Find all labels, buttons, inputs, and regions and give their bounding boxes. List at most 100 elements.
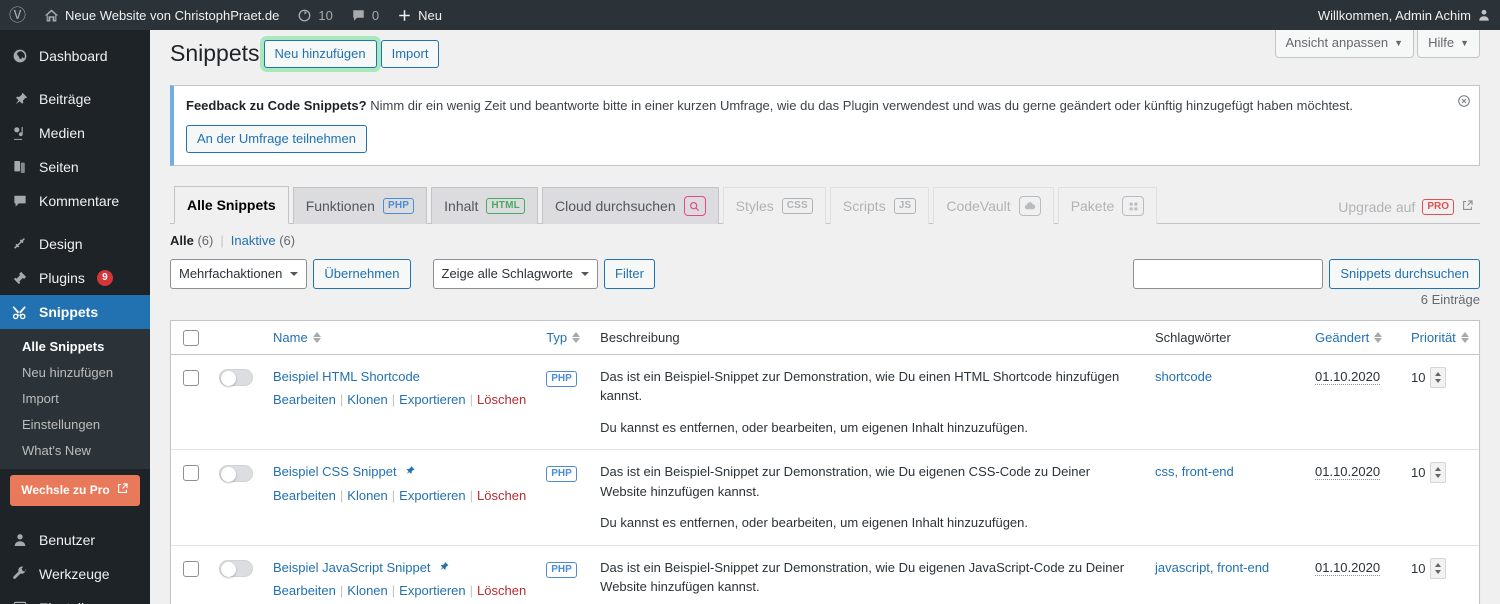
admin-bar: Ⓥ Neue Website von ChristophPraet.de 10 … bbox=[0, 0, 1500, 30]
delete-link[interactable]: Löschen bbox=[477, 392, 526, 407]
external-link-icon bbox=[116, 482, 129, 499]
snippet-tags-link[interactable]: javascript, front-end bbox=[1155, 560, 1269, 575]
filter-inactive-label[interactable]: Inaktive bbox=[231, 233, 276, 248]
row-checkbox[interactable] bbox=[183, 560, 199, 577]
snippet-tags-link[interactable]: shortcode bbox=[1155, 369, 1212, 384]
submenu-item-settings[interactable]: Einstellungen bbox=[0, 412, 150, 438]
submenu-item-whats-new[interactable]: What's New bbox=[0, 438, 150, 464]
sort-by-priority[interactable]: Priorität bbox=[1411, 330, 1469, 345]
tab-content[interactable]: Inhalt HTML bbox=[431, 187, 538, 225]
sidebar-item-plugins[interactable]: Plugins 9 bbox=[0, 261, 150, 295]
export-link[interactable]: Exportieren bbox=[399, 583, 465, 598]
greeting-label: Willkommen, Admin Achim bbox=[1317, 7, 1471, 23]
switch-to-pro-button[interactable]: Wechsle zu Pro bbox=[10, 475, 140, 506]
edit-link[interactable]: Bearbeiten bbox=[273, 488, 336, 503]
chevron-down-icon: ▼ bbox=[1460, 38, 1469, 48]
row-checkbox[interactable] bbox=[183, 465, 199, 482]
sidebar-item-pages[interactable]: Seiten bbox=[0, 150, 150, 184]
apply-bulk-action-button[interactable]: Übernehmen bbox=[313, 259, 411, 290]
clone-link[interactable]: Klonen bbox=[347, 392, 387, 407]
row-checkbox[interactable] bbox=[183, 369, 199, 386]
import-button[interactable]: Import bbox=[380, 39, 440, 68]
sidebar-item-dashboard[interactable]: Dashboard bbox=[0, 39, 150, 73]
snippet-name-link[interactable]: Beispiel HTML Shortcode bbox=[273, 369, 420, 384]
sort-by-modified[interactable]: Geändert bbox=[1315, 330, 1383, 346]
export-link[interactable]: Exportieren bbox=[399, 488, 465, 503]
sidebar-item-users[interactable]: Benutzer bbox=[0, 523, 150, 557]
snippet-name-link[interactable]: Beispiel CSS Snippet bbox=[273, 464, 397, 479]
filter-button[interactable]: Filter bbox=[604, 259, 655, 290]
activate-toggle[interactable] bbox=[219, 560, 253, 578]
submenu-item-import[interactable]: Import bbox=[0, 386, 150, 412]
pin-icon bbox=[435, 561, 449, 575]
sidebar-item-tools[interactable]: Werkzeuge bbox=[0, 557, 150, 591]
screen-meta-links: Ansicht anpassen ▼ Hilfe ▼ bbox=[1274, 30, 1480, 58]
snippets-table: Name Typ Beschreibung Schlagwörter Geänd… bbox=[170, 320, 1480, 604]
bulk-actions-select[interactable]: Mehrfachaktionen bbox=[170, 259, 308, 290]
clone-link[interactable]: Klonen bbox=[347, 583, 387, 598]
snippet-name-link[interactable]: Beispiel JavaScript Snippet bbox=[273, 560, 431, 575]
filter-inactive[interactable]: Inaktive (6) bbox=[231, 233, 295, 248]
sidebar-item-label: Beiträge bbox=[39, 91, 92, 107]
site-name-menu[interactable]: Neue Website von ChristophPraet.de bbox=[35, 0, 288, 30]
snippet-tags-link[interactable]: css, front-end bbox=[1155, 464, 1234, 479]
tab-functions[interactable]: Funktionen PHP bbox=[292, 187, 428, 225]
dismiss-notice-icon[interactable] bbox=[1457, 94, 1471, 111]
sort-indicator-icon bbox=[1460, 332, 1469, 344]
updates-count: 10 bbox=[318, 7, 333, 23]
tags-header: Schlagwörter bbox=[1145, 321, 1305, 355]
sidebar-item-media[interactable]: Medien bbox=[0, 116, 150, 150]
tab-cloud-search[interactable]: Cloud durchsuchen bbox=[541, 187, 719, 225]
priority-stepper[interactable] bbox=[1430, 557, 1447, 579]
activate-toggle[interactable] bbox=[219, 464, 253, 482]
edit-link[interactable]: Bearbeiten bbox=[273, 392, 336, 407]
modified-header-label: Geändert bbox=[1315, 330, 1370, 346]
take-survey-button[interactable]: An der Umfrage teilnehmen bbox=[186, 125, 367, 154]
external-link-icon bbox=[1461, 199, 1474, 215]
upgrade-to-pro-link[interactable]: Upgrade auf PRO bbox=[1326, 191, 1480, 223]
appearance-icon bbox=[10, 236, 30, 252]
comments-menu[interactable]: 0 bbox=[342, 0, 388, 30]
updates-menu[interactable]: 10 bbox=[288, 0, 341, 30]
my-account-menu[interactable]: Willkommen, Admin Achim bbox=[1309, 0, 1500, 30]
edit-link[interactable]: Bearbeiten bbox=[273, 583, 336, 598]
sidebar-item-settings[interactable]: Einstellungen bbox=[0, 591, 150, 604]
screen-options-button[interactable]: Ansicht anpassen ▼ bbox=[1274, 30, 1415, 58]
search-input[interactable] bbox=[1133, 259, 1324, 290]
priority-stepper[interactable] bbox=[1430, 462, 1447, 484]
delete-link[interactable]: Löschen bbox=[477, 583, 526, 598]
pro-badge: PRO bbox=[1422, 199, 1454, 216]
sidebar-item-snippets[interactable]: Snippets bbox=[0, 295, 150, 329]
new-content-menu[interactable]: Neu bbox=[388, 0, 451, 30]
sort-by-type[interactable]: Typ bbox=[546, 330, 581, 345]
sort-by-name[interactable]: Name bbox=[273, 330, 321, 345]
submenu-item-add-new[interactable]: Neu hinzufügen bbox=[0, 360, 150, 386]
cloud-icon bbox=[1018, 196, 1041, 217]
sidebar-item-comments[interactable]: Kommentare bbox=[0, 184, 150, 218]
description-header: Beschreibung bbox=[590, 321, 1145, 355]
admin-sidebar: Dashboard Beiträge Medien Seiten Komment… bbox=[0, 30, 150, 604]
export-link[interactable]: Exportieren bbox=[399, 392, 465, 407]
select-all-header bbox=[171, 321, 209, 355]
clone-link[interactable]: Klonen bbox=[347, 488, 387, 503]
tag-filter-select[interactable]: Zeige alle Schlagworte bbox=[432, 259, 599, 290]
help-button[interactable]: Hilfe ▼ bbox=[1417, 30, 1480, 58]
sidebar-item-appearance[interactable]: Design bbox=[0, 227, 150, 261]
delete-link[interactable]: Löschen bbox=[477, 488, 526, 503]
wp-logo-menu[interactable]: Ⓥ bbox=[0, 0, 35, 30]
add-new-snippet-button[interactable]: Neu hinzufügen bbox=[263, 39, 377, 68]
sidebar-item-posts[interactable]: Beiträge bbox=[0, 82, 150, 116]
select-all-checkbox[interactable] bbox=[183, 329, 199, 346]
filter-all[interactable]: Alle (6) bbox=[170, 233, 213, 248]
search-snippets-button[interactable]: Snippets durchsuchen bbox=[1329, 259, 1480, 290]
submenu-item-all-snippets[interactable]: Alle Snippets bbox=[0, 334, 150, 360]
tab-all-snippets[interactable]: Alle Snippets bbox=[174, 186, 289, 225]
sidebar-item-label: Dashboard bbox=[39, 48, 108, 64]
row-tags-cell: shortcode bbox=[1145, 355, 1305, 450]
sidebar-item-label: Design bbox=[39, 236, 83, 252]
priority-stepper[interactable] bbox=[1430, 366, 1447, 388]
activate-toggle[interactable] bbox=[219, 369, 253, 387]
row-type-cell: PHP bbox=[536, 355, 590, 450]
row-select-cell bbox=[171, 355, 209, 450]
wordpress-logo-icon: Ⓥ bbox=[9, 5, 26, 25]
